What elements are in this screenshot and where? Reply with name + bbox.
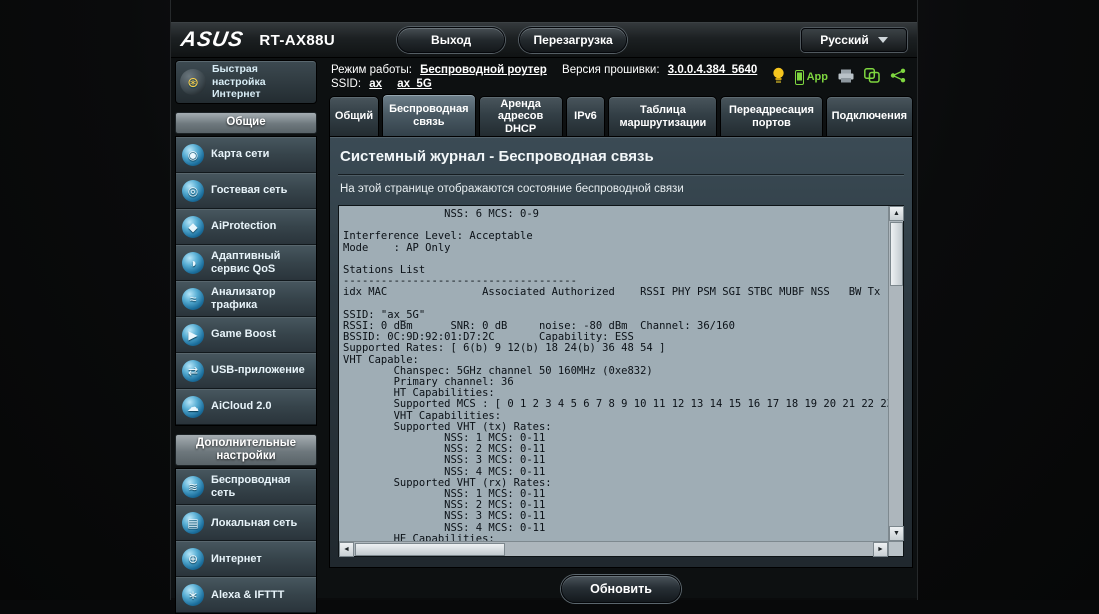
horizontal-scrollbar[interactable]: ◄ ► [339, 541, 888, 556]
sidebar-item-label: Интернет [211, 553, 262, 566]
firmware-version-link[interactable]: 3.0.0.4.384_5640 [668, 64, 758, 76]
sidebar-item-label: Гостевая сеть [211, 184, 287, 197]
reboot-button[interactable]: Перезагрузка [519, 27, 627, 53]
desktop-background: ASUS RT-AX88U Выход Перезагрузка Русский… [0, 0, 1099, 600]
scroll-right-icon[interactable]: ► [873, 542, 888, 557]
vertical-scroll-thumb[interactable] [890, 222, 903, 286]
app-download-icon[interactable]: App [795, 70, 828, 85]
top-header: ASUS RT-AX88U Выход Перезагрузка Русский [171, 22, 917, 58]
status-infobar: Режим работы: Беспроводной роутер Версия… [329, 60, 913, 94]
tab-wireless[interactable]: Беспроводная связь [382, 94, 476, 136]
sidebar-item-lan[interactable]: ▤ Локальная сеть [176, 505, 316, 541]
tab-dhcp-leases[interactable]: Аренда адресов DHCP [479, 96, 563, 136]
shield-icon: ◆ [182, 216, 204, 238]
ssid-2g-link[interactable]: ax [369, 78, 382, 90]
sidebar-item-label: Адаптивный сервис QoS [211, 250, 310, 276]
tab-ipv6[interactable]: IPv6 [566, 96, 606, 136]
log-panel: Системный журнал - Беспроводная связь На… [329, 136, 913, 568]
sidebar-item-label: AiProtection [211, 220, 276, 233]
usb-icon: ⇄ [182, 360, 204, 382]
refresh-button[interactable]: Обновить [561, 575, 681, 603]
vertical-scroll-track[interactable] [889, 287, 903, 526]
sidebar-general-items: ◉ Карта сети ◎ Гостевая сеть ◆ AiProtect… [175, 136, 317, 426]
vertical-scrollbar[interactable]: ▲ ▼ [888, 206, 903, 541]
led-bulb-icon[interactable] [772, 67, 785, 87]
section-header-general: Общие [175, 112, 317, 134]
guest-network-icon: ◎ [182, 180, 204, 202]
tab-general[interactable]: Общий [329, 96, 379, 136]
language-select[interactable]: Русский [801, 28, 907, 52]
page-title: Системный журнал - Беспроводная связь [340, 148, 902, 165]
router-admin-window: ASUS RT-AX88U Выход Перезагрузка Русский… [170, 0, 918, 600]
sidebar-item-wireless[interactable]: ≋ Беспроводная сеть [176, 469, 316, 505]
sidebar-item-label: Карта сети [211, 148, 269, 161]
sidebar-item-label: AiCloud 2.0 [211, 400, 272, 413]
sidebar-item-label: Game Boost [211, 328, 276, 341]
sidebar-item-aicloud[interactable]: ☁ AiCloud 2.0 [176, 389, 316, 425]
main-content: Режим работы: Беспроводной роутер Версия… [329, 60, 913, 598]
quick-setup-label: Быстрая настройка Интернет [212, 63, 312, 101]
horizontal-scroll-thumb[interactable] [355, 543, 505, 556]
qos-gauge-icon: ◑ [182, 252, 204, 274]
scroll-left-icon[interactable]: ◄ [339, 542, 354, 557]
sidebar-item-network-map[interactable]: ◉ Карта сети [176, 137, 316, 173]
router-model: RT-AX88U [259, 32, 335, 49]
log-viewer: NSS: 6 MCS: 0-9 Interference Level: Acce… [338, 205, 904, 557]
sidebar-item-usb-application[interactable]: ⇄ USB-приложение [176, 353, 316, 389]
sidebar-item-aiprotection[interactable]: ◆ AiProtection [176, 209, 316, 245]
scrollbar-corner [888, 541, 903, 556]
network-map-icon: ◉ [182, 144, 204, 166]
body-row: ⊛ Быстрая настройка Интернет Общие ◉ Кар… [171, 58, 917, 598]
network-share-icon[interactable] [890, 68, 907, 86]
ssid-label: SSID: [331, 78, 361, 90]
firmware-label: Версия прошивки: [562, 64, 660, 76]
sidebar-item-label: Локальная сеть [211, 517, 297, 530]
tab-connections[interactable]: Подключения [826, 96, 913, 136]
gamepad-icon: ▶ [182, 324, 204, 346]
app-label: App [807, 71, 828, 83]
globe-icon: ⊕ [182, 548, 204, 570]
title-divider [338, 174, 904, 176]
lan-monitor-icon: ▤ [182, 512, 204, 534]
sidebar-item-wan[interactable]: ⊕ Интернет [176, 541, 316, 577]
infobar-texts: Режим работы: Беспроводной роутер Версия… [331, 63, 769, 92]
quick-setup-icon: ⊛ [180, 69, 206, 95]
printer-icon[interactable] [838, 69, 854, 86]
log-tabs: Общий Беспроводная связь Аренда адресов … [329, 94, 913, 136]
scroll-down-icon[interactable]: ▼ [889, 526, 904, 541]
sidebar-item-adaptive-qos[interactable]: ◑ Адаптивный сервис QoS [176, 245, 316, 281]
alexa-icon: ∗ [182, 584, 204, 606]
mesh-nodes-icon[interactable] [864, 68, 880, 86]
sidebar: ⊛ Быстрая настройка Интернет Общие ◉ Кар… [175, 60, 317, 598]
wireless-icon: ≋ [182, 476, 204, 498]
sidebar-item-guest-network[interactable]: ◎ Гостевая сеть [176, 173, 316, 209]
chevron-down-icon [878, 37, 888, 43]
page-description: На этой странице отображаются состояние … [340, 183, 902, 195]
sidebar-item-game-boost[interactable]: ▶ Game Boost [176, 317, 316, 353]
sidebar-item-label: Анализатор трафика [211, 286, 310, 312]
traffic-wave-icon: ≈ [182, 288, 204, 310]
asus-logo: ASUS [179, 28, 246, 52]
horizontal-scroll-track[interactable] [506, 542, 873, 556]
tab-routing-table[interactable]: Таблица маршрутизации [608, 96, 717, 136]
scroll-up-icon[interactable]: ▲ [889, 206, 904, 221]
operation-mode-link[interactable]: Беспроводной роутер [420, 64, 547, 76]
sidebar-item-label: Беспроводная сеть [211, 474, 310, 500]
language-label: Русский [820, 33, 869, 47]
sidebar-item-alexa-ifttt[interactable]: ∗ Alexa & IFTTT [176, 577, 316, 613]
logout-button[interactable]: Выход [397, 27, 505, 53]
section-header-advanced: Дополнительные настройки [175, 434, 317, 466]
ssid-5g-link[interactable]: ax_5G [397, 78, 432, 90]
sidebar-item-traffic-analyzer[interactable]: ≈ Анализатор трафика [176, 281, 316, 317]
cloud-icon: ☁ [182, 396, 204, 418]
tab-port-forwarding[interactable]: Переадресация портов [720, 96, 822, 136]
sidebar-item-label: USB-приложение [211, 364, 305, 377]
sidebar-advanced-items: ≋ Беспроводная сеть ▤ Локальная сеть ⊕ И… [175, 468, 317, 614]
sidebar-item-quick-setup[interactable]: ⊛ Быстрая настройка Интернет [175, 60, 317, 104]
status-icons: App [772, 67, 911, 87]
log-text[interactable]: NSS: 6 MCS: 0-9 Interference Level: Acce… [339, 206, 888, 541]
operation-mode-label: Режим работы: [331, 64, 412, 76]
